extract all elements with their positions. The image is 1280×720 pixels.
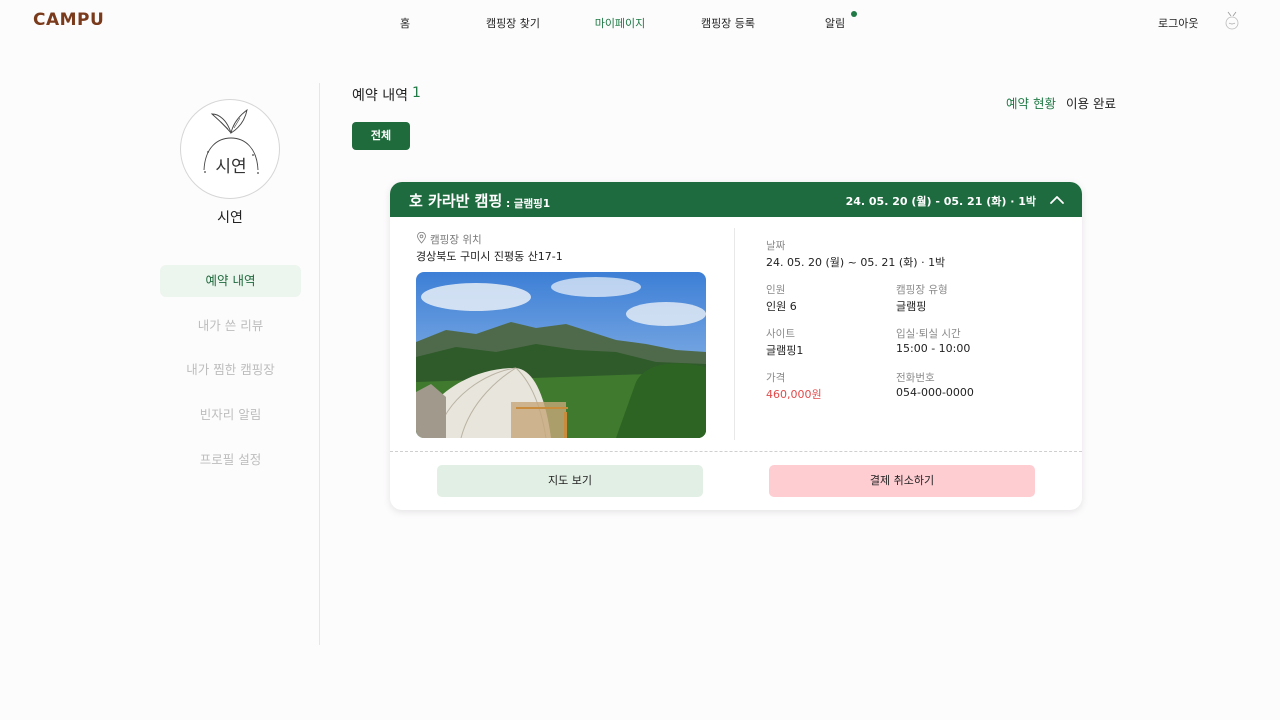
nav-notifications[interactable]: 알림 bbox=[825, 15, 845, 31]
tab-current-reservations[interactable]: 예약 현황 bbox=[1006, 93, 1056, 112]
nav-home[interactable]: 홈 bbox=[400, 15, 410, 31]
nav-find-campsite[interactable]: 캠핑장 찾기 bbox=[486, 15, 540, 31]
campu-logo[interactable]: CAMPU bbox=[33, 10, 104, 30]
people-value: 인원 6 bbox=[766, 300, 797, 313]
view-map-button[interactable]: 지도 보기 bbox=[437, 465, 703, 497]
people-label: 인원 bbox=[766, 284, 786, 296]
location-label: 캠핑장 위치 bbox=[430, 234, 482, 246]
sidebar-item-profile-settings[interactable]: 프로필 설정 bbox=[160, 444, 301, 476]
reservation-card: 호 카라반 캠핑 : 글램핑1 24. 05. 20 (월) - 05. 21 … bbox=[390, 182, 1082, 510]
campsite-address: 경상북도 구미시 진평동 산17-1 bbox=[416, 250, 563, 263]
site-value: 글램핑1 bbox=[766, 344, 804, 357]
checkin-label: 입실·퇴실 시간 bbox=[896, 328, 961, 340]
price-value: 460,000원 bbox=[766, 388, 822, 401]
nav-register-campsite[interactable]: 캠핑장 등록 bbox=[701, 15, 755, 31]
sidebar-divider bbox=[319, 83, 320, 645]
card-inner-divider bbox=[734, 228, 735, 440]
user-avatar-icon[interactable] bbox=[1222, 11, 1242, 31]
price-label: 가격 bbox=[766, 372, 786, 384]
cancel-payment-button[interactable]: 결제 취소하기 bbox=[769, 465, 1035, 497]
sidebar-item-reservations[interactable]: 예약 내역 bbox=[160, 265, 301, 297]
date-label: 날짜 bbox=[766, 240, 786, 252]
chevron-up-icon[interactable] bbox=[1046, 190, 1068, 210]
phone-value: 054-000-0000 bbox=[896, 386, 974, 399]
reservation-dates: 24. 05. 20 (월) - 05. 21 (화) · 1박 bbox=[845, 195, 1036, 208]
date-value: 24. 05. 20 (월) ~ 05. 21 (화) · 1박 bbox=[766, 256, 946, 269]
camp-name: 호 카라반 캠핑 bbox=[409, 192, 503, 210]
nav-mypage[interactable]: 마이페이지 bbox=[595, 15, 646, 31]
sidebar-item-my-reviews[interactable]: 내가 쓴 리뷰 bbox=[160, 310, 301, 342]
sidebar-item-wishlist[interactable]: 내가 찜한 캠핑장 bbox=[160, 354, 301, 386]
reservation-count: 1 bbox=[412, 85, 421, 101]
site-label: 사이트 bbox=[766, 328, 795, 340]
svg-text:시연: 시연 bbox=[215, 157, 246, 177]
location-pin-icon bbox=[417, 232, 426, 244]
camp-type-value: 글램핑 bbox=[896, 300, 927, 313]
page-title: 예약 내역 bbox=[352, 88, 408, 104]
profile-username: 시연 bbox=[217, 210, 243, 226]
logout-link[interactable]: 로그아웃 bbox=[1158, 15, 1198, 31]
profile-drawing-icon: 시연 bbox=[203, 108, 259, 177]
camp-site-type: : 글램핑1 bbox=[506, 198, 551, 210]
notification-dot-icon bbox=[851, 11, 857, 17]
camp-type-label: 캠핑장 유형 bbox=[896, 284, 948, 296]
ticket-dashed-divider bbox=[390, 451, 1082, 452]
tab-completed[interactable]: 이용 완료 bbox=[1066, 93, 1116, 112]
filter-all-button[interactable]: 전체 bbox=[352, 122, 410, 150]
top-header: CAMPU 홈 캠핑장 찾기 마이페이지 캠핑장 등록 알림 로그아웃 bbox=[0, 0, 1280, 44]
sidebar-item-vacancy-alerts[interactable]: 빈자리 알림 bbox=[160, 399, 301, 431]
profile-avatar: 시연 bbox=[180, 99, 280, 199]
phone-label: 전화번호 bbox=[896, 372, 935, 384]
checkin-value: 15:00 - 10:00 bbox=[896, 342, 971, 355]
reservation-card-header[interactable]: 호 카라반 캠핑 : 글램핑1 24. 05. 20 (월) - 05. 21 … bbox=[390, 182, 1082, 217]
campsite-photo bbox=[416, 272, 706, 438]
